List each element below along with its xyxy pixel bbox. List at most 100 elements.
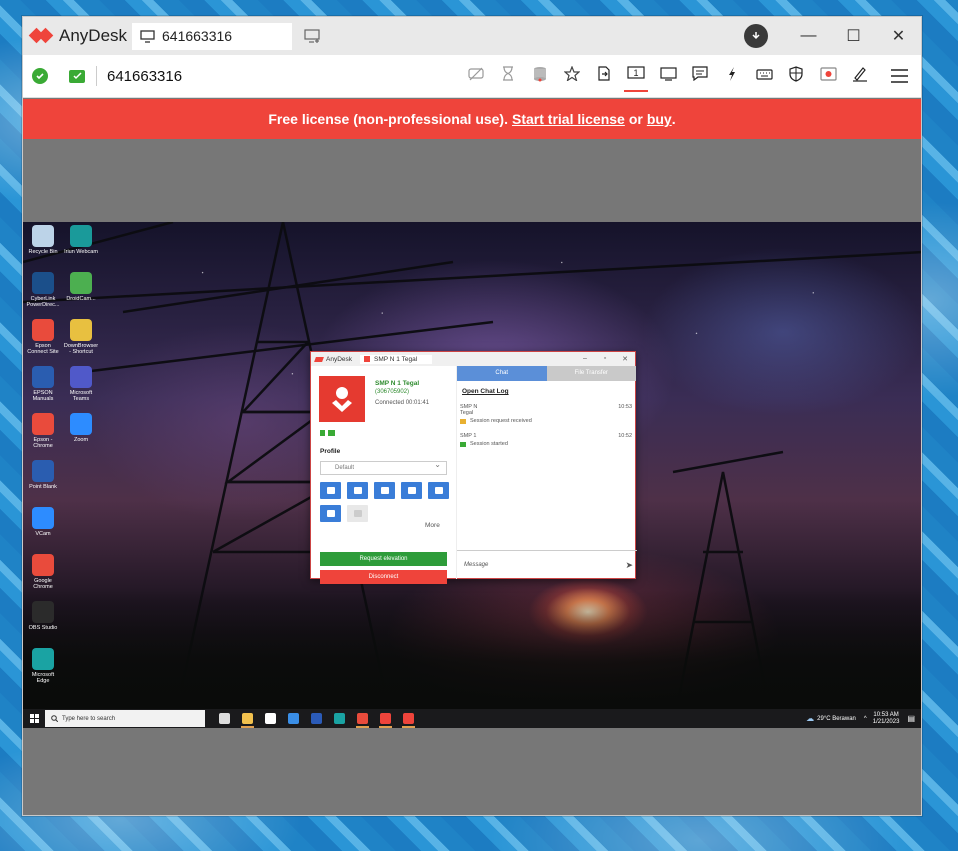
desktop-app-icon xyxy=(32,272,54,294)
actions-bolt-icon xyxy=(727,66,737,87)
start-trial-link[interactable]: Start trial license xyxy=(512,111,625,127)
desktop-icon[interactable]: Zoom xyxy=(63,410,99,443)
monitor-icon xyxy=(140,29,155,43)
desktop-icon-label: Zoom xyxy=(73,437,89,443)
maximize-button[interactable]: ☐ xyxy=(831,17,876,55)
desktop-icon-label: Google Chrome xyxy=(33,578,53,590)
new-session-button[interactable] xyxy=(300,24,324,48)
chat-icon xyxy=(692,66,708,86)
hourglass-button[interactable] xyxy=(492,55,524,98)
tab-file-transfer[interactable]: File Transfer xyxy=(546,366,636,381)
search-icon xyxy=(51,715,58,722)
chat-message-input[interactable]: Message ➤ xyxy=(457,550,637,579)
download-button[interactable] xyxy=(744,24,768,48)
anydesk-brand: AnyDesk xyxy=(23,25,128,47)
keyboard-button[interactable] xyxy=(748,55,780,98)
draw-permission-button[interactable] xyxy=(320,505,341,522)
session-tab[interactable]: 641663316 xyxy=(132,22,292,50)
weather-text[interactable]: 29°C Berawan xyxy=(817,716,856,722)
tab-chat[interactable]: Chat xyxy=(457,366,547,381)
taskbar-app-button[interactable] xyxy=(351,709,374,728)
desktop-icon-label: VCam xyxy=(35,531,51,537)
favorite-star-button[interactable] xyxy=(556,55,588,98)
banner-suffix: . xyxy=(671,111,676,127)
remote-minimize-icon[interactable]: – xyxy=(575,355,595,363)
desktop-icon[interactable]: Point Blank xyxy=(25,457,61,490)
file-permission-button[interactable] xyxy=(374,482,395,499)
desktop-app-icon xyxy=(70,319,92,341)
remote-close-icon[interactable]: ✕ xyxy=(615,355,635,363)
remote-maximize-icon[interactable]: ▫ xyxy=(595,355,615,363)
desktop-icon[interactable]: Iriun Webcam xyxy=(63,222,99,255)
session-toolbar: 641663316 1 xyxy=(23,55,921,98)
taskbar-app-button[interactable] xyxy=(374,709,397,728)
actions-bolt-button[interactable] xyxy=(716,55,748,98)
desktop-icon[interactable]: Recycle Bin xyxy=(25,222,61,255)
disconnect-button[interactable]: Disconnect xyxy=(320,570,447,584)
taskbar-app-button[interactable] xyxy=(236,709,259,728)
profile-select[interactable]: Default xyxy=(320,459,447,475)
display-button[interactable] xyxy=(652,55,684,98)
taskbar-app-button[interactable] xyxy=(305,709,328,728)
task-view-icon xyxy=(219,713,230,724)
more-link[interactable]: More xyxy=(425,522,440,529)
open-chat-log-link[interactable]: Open Chat Log xyxy=(462,388,509,395)
chat-button[interactable] xyxy=(684,55,716,98)
desktop-icon-label: DownBrowser - Shortcut xyxy=(63,343,99,355)
remote-desktop-view[interactable]: Recycle Bin Iriun Webcam CyberLink PowerDi… xyxy=(23,222,921,728)
desktop-icon[interactable]: Google Chrome xyxy=(25,551,61,590)
whiteboard-pen-button[interactable] xyxy=(844,55,876,98)
record-icon xyxy=(353,510,362,517)
minimize-button[interactable]: — xyxy=(786,17,831,55)
taskbar-app-button[interactable] xyxy=(282,709,305,728)
taskbar-app-button[interactable] xyxy=(213,709,236,728)
start-button[interactable] xyxy=(23,709,45,728)
chat-time: 10:53 xyxy=(618,404,632,410)
close-button[interactable]: ✕ xyxy=(876,17,921,55)
remote-monitor-status-icon[interactable] xyxy=(69,69,85,83)
buy-link[interactable]: buy xyxy=(647,111,672,127)
taskbar-app-button[interactable] xyxy=(397,709,420,728)
taskbar-app-button[interactable] xyxy=(259,709,282,728)
recording-button[interactable] xyxy=(812,55,844,98)
input-permission-button[interactable] xyxy=(320,482,341,499)
display-permission-button[interactable] xyxy=(428,482,449,499)
keyboard-mouse-icon xyxy=(326,487,335,494)
desktop-icon[interactable]: CyberLink PowerDirec... xyxy=(25,269,61,308)
main-menu-button[interactable] xyxy=(884,55,914,98)
taskbar-search-box[interactable]: Type here to search xyxy=(45,710,205,727)
desktop-icon-label: DroidCam... xyxy=(66,296,96,302)
display-1-button[interactable]: 1 xyxy=(620,55,652,98)
request-elevation-button[interactable]: Request elevation xyxy=(320,552,447,566)
hamburger-menu-icon xyxy=(890,69,908,83)
desktop-icon[interactable]: EPSON Manuals xyxy=(25,363,61,402)
clipboard-permission-button[interactable] xyxy=(347,482,368,499)
session-request-icon xyxy=(460,418,466,424)
desktop-icon[interactable]: Epson Connect Site xyxy=(25,316,61,355)
database-button[interactable] xyxy=(524,55,556,98)
tray-chevron-icon[interactable]: ^ xyxy=(864,716,867,722)
record-permission-button[interactable] xyxy=(347,505,368,522)
desktop-icon[interactable]: Microsoft Teams xyxy=(63,363,99,402)
toolbar-actions: 1 xyxy=(460,55,876,98)
remote-anydesk-tab[interactable]: SMP N 1 Tegal xyxy=(360,354,433,364)
taskbar-clock[interactable]: 10:53 AM 1/21/2023 xyxy=(873,712,900,726)
favorite-star-icon xyxy=(563,65,581,86)
send-icon[interactable]: ➤ xyxy=(625,551,633,580)
desktop-icon-label: Point Blank xyxy=(29,484,57,490)
desktop-icon[interactable]: VCam xyxy=(25,504,61,537)
desktop-icon[interactable]: Microsoft Edge xyxy=(25,645,61,684)
notification-icon[interactable]: ▤ xyxy=(907,714,915,723)
desktop-icon-label: OBS Studio xyxy=(28,625,58,631)
desktop-icon[interactable]: DroidCam... xyxy=(63,269,99,302)
privacy-mode-button[interactable] xyxy=(460,55,492,98)
desktop-icon[interactable]: OBS Studio xyxy=(25,598,61,631)
weather-icon[interactable]: ☁ xyxy=(806,714,814,723)
taskbar-app-button[interactable] xyxy=(328,709,351,728)
desktop-icon[interactable]: DownBrowser - Shortcut xyxy=(63,316,99,355)
audio-permission-button[interactable] xyxy=(401,482,422,499)
permissions-shield-button[interactable] xyxy=(780,55,812,98)
minimize-icon: — xyxy=(800,27,817,44)
desktop-icon[interactable]: Epson - Chrome xyxy=(25,410,61,449)
file-transfer-button[interactable] xyxy=(588,55,620,98)
